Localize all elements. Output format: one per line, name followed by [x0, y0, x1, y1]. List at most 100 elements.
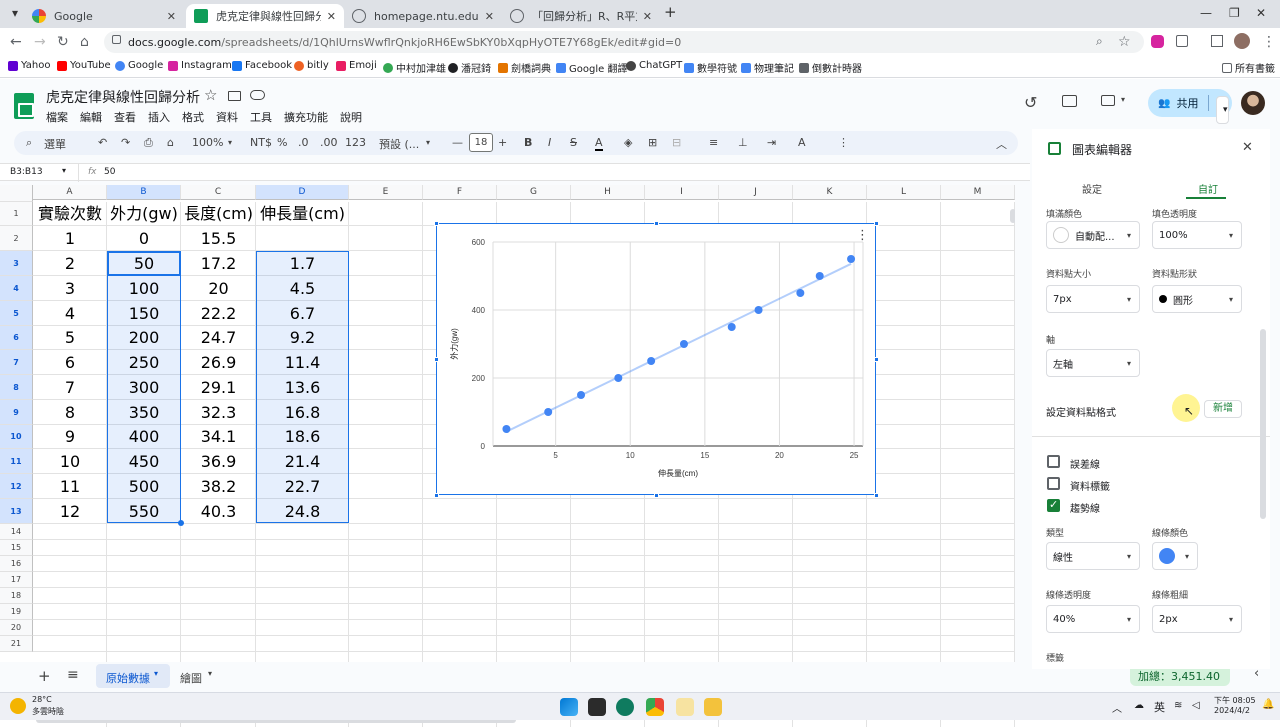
- tab-google[interactable]: Google ✕: [24, 4, 184, 28]
- currency-format[interactable]: NT$: [250, 136, 272, 149]
- row-header[interactable]: 17: [0, 572, 33, 588]
- undo-icon[interactable]: ↶: [98, 136, 107, 149]
- vertical-scrollbar[interactable]: [1010, 209, 1015, 223]
- bookmark-math[interactable]: 數學符號: [684, 60, 737, 75]
- table-cell[interactable]: 22.7: [256, 474, 349, 499]
- menu-file[interactable]: 檔案: [46, 109, 68, 125]
- row-header[interactable]: 21: [0, 636, 33, 652]
- extensions-icon[interactable]: [1176, 35, 1188, 47]
- chrome-icon[interactable]: [646, 698, 664, 716]
- app-icon[interactable]: [676, 698, 694, 716]
- share-dropdown-icon[interactable]: ▾: [1216, 96, 1229, 124]
- cloud-status-icon[interactable]: [250, 90, 265, 100]
- collapse-toolbar-icon[interactable]: ︿: [996, 136, 1007, 152]
- minimize-icon[interactable]: —: [1200, 6, 1212, 20]
- table-cell[interactable]: 40.3: [181, 499, 256, 524]
- menu-view[interactable]: 查看: [114, 109, 136, 125]
- column-header[interactable]: D: [256, 185, 349, 200]
- table-cell[interactable]: 5: [33, 326, 107, 350]
- text-color-icon[interactable]: A: [595, 136, 603, 151]
- table-cell[interactable]: 4: [33, 301, 107, 326]
- menu-format[interactable]: 格式: [182, 109, 204, 125]
- table-cell[interactable]: 250: [107, 350, 181, 375]
- resize-handle[interactable]: [654, 221, 659, 226]
- menu-insert[interactable]: 插入: [148, 109, 170, 125]
- profile-avatar[interactable]: [1234, 33, 1250, 49]
- column-header[interactable]: B: [107, 185, 181, 200]
- text-rotate-icon[interactable]: A: [798, 136, 806, 149]
- more-options-icon[interactable]: ⋮: [838, 136, 849, 149]
- meet-dropdown-icon[interactable]: ▾: [1121, 95, 1125, 104]
- decrease-font-icon[interactable]: —: [452, 136, 463, 149]
- table-cell[interactable]: 18.6: [256, 425, 349, 449]
- table-cell[interactable]: 12: [33, 499, 107, 524]
- font-select[interactable]: 預設 (...: [379, 136, 419, 152]
- chart-container[interactable]: 0 200 400 600 5 10 15 20 25 伸長量(cm) 外力(gw) ⋮: [434, 221, 879, 498]
- close-tab-icon[interactable]: ✕: [643, 10, 652, 23]
- chevron-down-icon[interactable]: ▾: [426, 138, 430, 147]
- error-bars-checkbox[interactable]: [1047, 455, 1060, 468]
- bookmark-chatgpt[interactable]: ChatGPT: [626, 60, 682, 71]
- close-tab-icon[interactable]: ✕: [167, 10, 176, 23]
- close-window-icon[interactable]: ✕: [1256, 6, 1266, 20]
- column-header[interactable]: M: [941, 185, 1015, 200]
- sheet-tab[interactable]: 繪圖 ▾: [176, 664, 240, 688]
- add-sheet-icon[interactable]: +: [38, 667, 51, 685]
- weather-icon[interactable]: [10, 698, 26, 714]
- table-cell[interactable]: 11.4: [256, 350, 349, 375]
- column-header[interactable]: L: [867, 185, 941, 200]
- table-cell[interactable]: 0: [107, 226, 181, 251]
- zoom-select[interactable]: 100%: [192, 136, 223, 149]
- table-cell[interactable]: 100: [107, 276, 181, 301]
- bold-icon[interactable]: B: [524, 136, 532, 149]
- trendline-checkbox[interactable]: [1047, 498, 1060, 512]
- point-size-dropdown[interactable]: 7px ▾: [1046, 285, 1140, 313]
- sheet-tab-active[interactable]: 原始數據 ▾: [96, 664, 170, 688]
- comments-icon[interactable]: [1062, 95, 1077, 107]
- menu-data[interactable]: 資料: [216, 109, 238, 125]
- table-cell[interactable]: 21.4: [256, 449, 349, 474]
- chevron-down-icon[interactable]: ▾: [208, 669, 212, 678]
- table-cell[interactable]: 3: [33, 276, 107, 301]
- fill-opacity-dropdown[interactable]: 100% ▾: [1152, 221, 1242, 249]
- table-cell[interactable]: 1.7: [256, 251, 349, 276]
- row-header[interactable]: 18: [0, 588, 33, 604]
- table-cell[interactable]: 8: [33, 400, 107, 425]
- bookmark-translate[interactable]: Google 翻譯: [556, 60, 627, 75]
- table-cell[interactable]: 6.7: [256, 301, 349, 326]
- bookmark-youtube[interactable]: YouTube: [57, 60, 111, 71]
- font-size-input[interactable]: 18: [469, 133, 493, 152]
- volume-icon[interactable]: ◁: [1192, 700, 1200, 711]
- bookmark-emoji[interactable]: Emoji: [336, 60, 377, 71]
- bookmark-bitly[interactable]: bitly: [294, 60, 329, 71]
- header-cell[interactable]: 伸長量(cm): [256, 202, 349, 226]
- table-cell[interactable]: 50: [107, 251, 181, 276]
- panel-scrollbar[interactable]: [1260, 329, 1266, 519]
- increase-decimal[interactable]: .00: [320, 136, 338, 149]
- row-header[interactable]: 12: [0, 474, 33, 499]
- row-header[interactable]: 1: [0, 202, 33, 226]
- table-cell[interactable]: 13.6: [256, 375, 349, 400]
- menu-help[interactable]: 說明: [340, 109, 362, 125]
- fill-color-icon[interactable]: ◈: [624, 136, 632, 149]
- row-header[interactable]: 3: [0, 251, 33, 276]
- menu-extensions[interactable]: 擴充功能: [284, 109, 328, 125]
- vertical-align-icon[interactable]: ⊥: [738, 136, 748, 149]
- file-explorer-icon[interactable]: [704, 698, 722, 716]
- table-cell[interactable]: 24.7: [181, 326, 256, 350]
- tab-search-icon[interactable]: ▾: [12, 6, 18, 20]
- home-icon[interactable]: ⌂: [80, 34, 89, 50]
- bookmark-nakamura[interactable]: 中村加津雄: [383, 60, 446, 75]
- instagram-extension-icon[interactable]: [1151, 35, 1164, 48]
- print-icon[interactable]: ⎙: [144, 136, 153, 150]
- increase-font-icon[interactable]: +: [498, 136, 507, 149]
- maximize-icon[interactable]: ❐: [1229, 6, 1240, 20]
- table-cell[interactable]: 17.2: [181, 251, 256, 276]
- table-cell[interactable]: 450: [107, 449, 181, 474]
- row-header[interactable]: 16: [0, 556, 33, 572]
- table-cell[interactable]: 26.9: [181, 350, 256, 375]
- table-cell[interactable]: 10: [33, 449, 107, 474]
- header-cell[interactable]: 實驗次數: [33, 202, 107, 226]
- row-header[interactable]: 20: [0, 620, 33, 636]
- row-header[interactable]: 10: [0, 425, 33, 449]
